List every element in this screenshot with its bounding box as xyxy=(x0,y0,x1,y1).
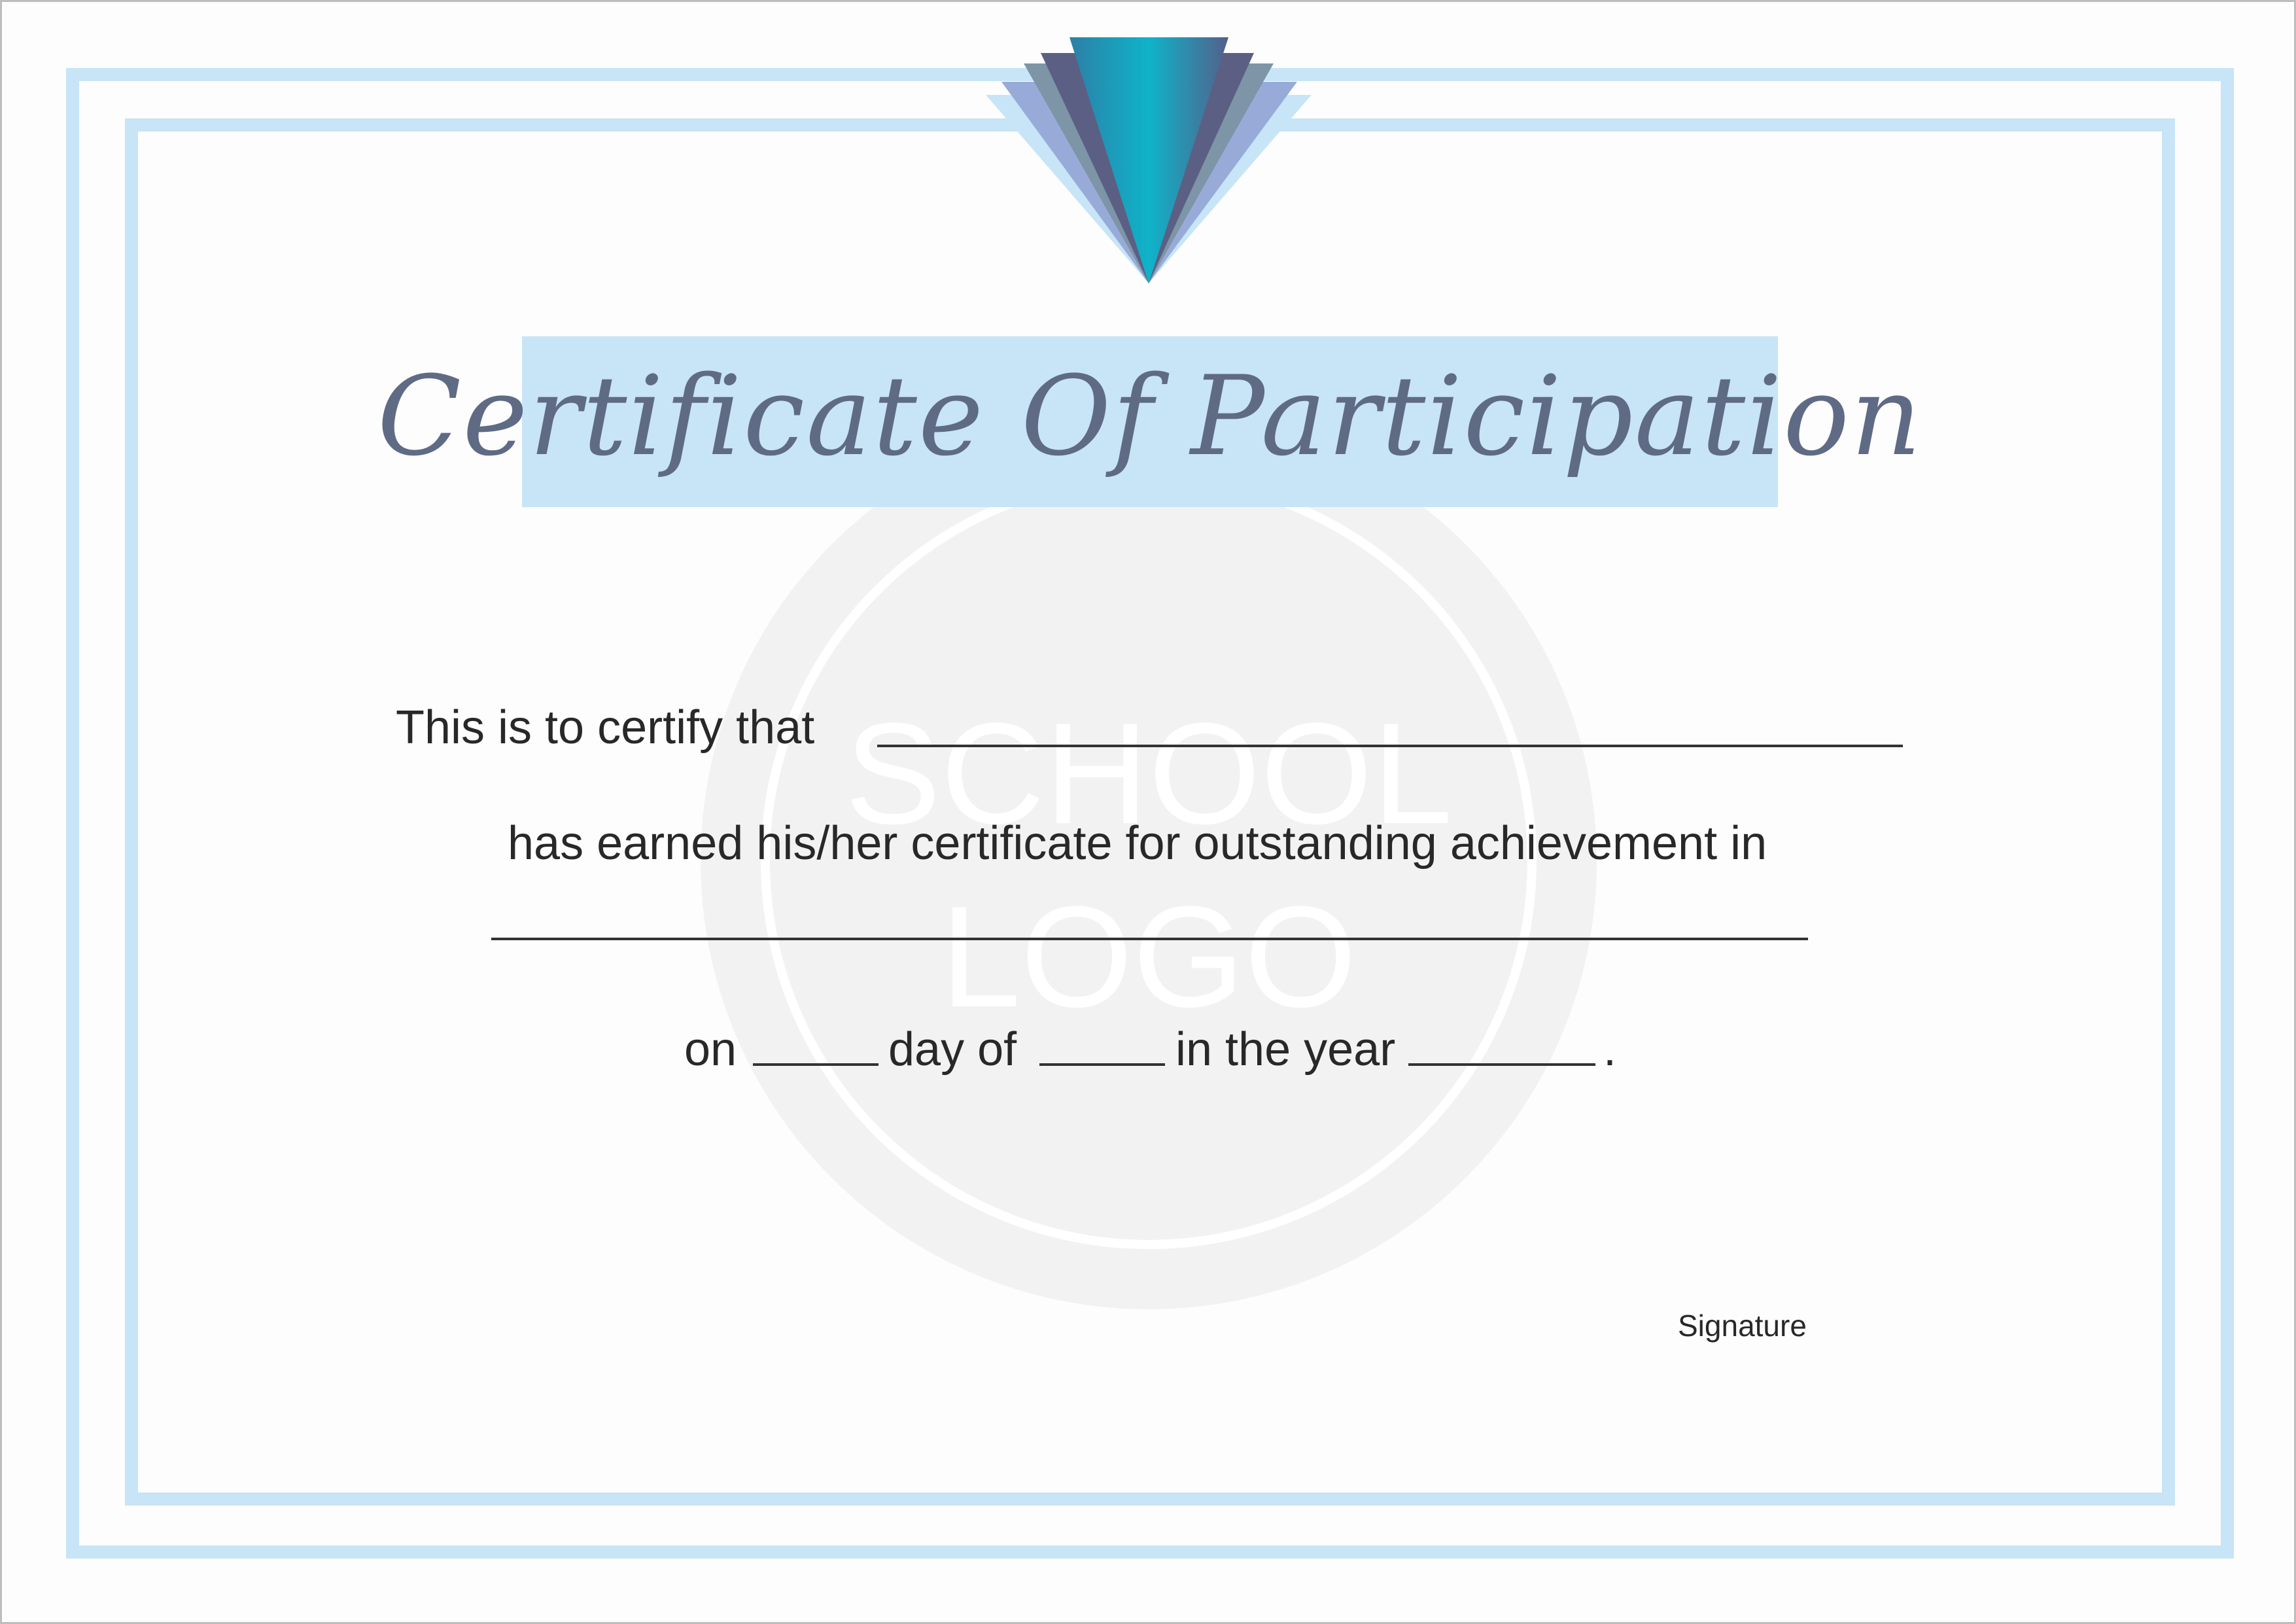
year-blank[interactable] xyxy=(1408,1063,1595,1066)
month-blank[interactable] xyxy=(1039,1063,1165,1066)
achievement-text: has earned his/her certificate for outst… xyxy=(508,817,1767,870)
certify-text: This is to certify that xyxy=(396,701,815,754)
day-blank[interactable] xyxy=(753,1063,878,1066)
certificate-title: Certificate Of Participation xyxy=(377,351,1923,480)
signature-label: Signature xyxy=(1678,1309,1807,1343)
recipient-name-blank[interactable] xyxy=(877,745,1903,747)
fan-emblem-icon xyxy=(986,37,1312,283)
title-banner: Certificate Of Participation xyxy=(377,336,1921,507)
watermark-logo-text: LOGO xyxy=(941,876,1357,1037)
date-day-of-text: day of xyxy=(888,1023,1017,1076)
certificate-page: SCHOOL LOGO Certificate Of Participation… xyxy=(0,0,2296,1624)
achievement-field-blank[interactable] xyxy=(491,938,1808,940)
date-period-text: . xyxy=(1603,1023,1617,1076)
date-on-text: on xyxy=(684,1023,737,1076)
date-in-the-year-text: in the year xyxy=(1175,1023,1396,1076)
